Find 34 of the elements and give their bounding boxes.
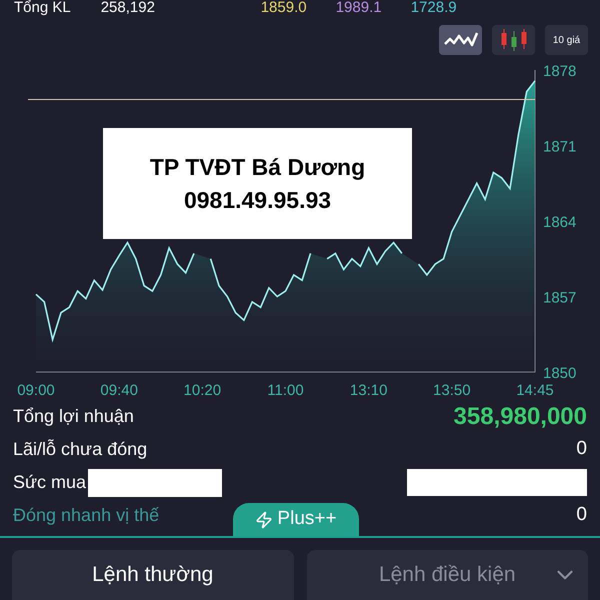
- x-axis-label: 09:40: [100, 382, 138, 399]
- summary-value: 0: [576, 437, 587, 462]
- price-value: 1859.0: [260, 0, 306, 14]
- summary-label: Lãi/lỗ chưa đóng: [13, 438, 148, 461]
- y-axis-label: 1864: [543, 214, 576, 231]
- summary-value: 0: [576, 503, 587, 528]
- y-axis-label: 1857: [543, 290, 576, 306]
- candlestick-icon: [498, 28, 528, 52]
- volume-value: 258,192: [100, 0, 156, 14]
- line-chart-icon: [444, 31, 478, 49]
- candlestick-button[interactable]: [492, 25, 535, 55]
- order-type-tab[interactable]: Lệnh điều kiện: [306, 550, 588, 600]
- plus-tab[interactable]: Plus++: [233, 503, 359, 536]
- banner-text: TP TVĐT Bá Dương: [150, 152, 366, 182]
- y-axis-label: 1850: [543, 365, 576, 382]
- lightning-icon: [255, 510, 274, 528]
- x-axis-label: 09:00: [17, 382, 55, 399]
- summary-value: 358,980,000: [454, 402, 587, 432]
- x-axis-label: 13:10: [350, 382, 388, 399]
- price-levels-button[interactable]: 10 giá: [545, 25, 588, 55]
- price-value: 1989.1: [336, 0, 381, 14]
- y-axis-label: 1878: [543, 63, 576, 80]
- summary-label: Tổng lợi nhuận: [13, 405, 134, 428]
- x-axis-label: 13:50: [433, 382, 471, 399]
- y-axis-label: 1871: [543, 138, 576, 156]
- line-chart-button[interactable]: [439, 25, 482, 55]
- price-value: 1728.9: [410, 0, 456, 14]
- close-position-link[interactable]: Đóng nhanh vị thế: [13, 502, 160, 529]
- summary-label: Sức mua: [13, 471, 86, 494]
- x-axis-label: 11:00: [267, 382, 304, 399]
- x-axis-label: 10:20: [184, 382, 222, 399]
- banner-text: 0981.49.95.93: [184, 186, 332, 214]
- order-type-tab[interactable]: Lệnh thường: [12, 550, 294, 600]
- x-axis-label: 14:45: [516, 382, 554, 399]
